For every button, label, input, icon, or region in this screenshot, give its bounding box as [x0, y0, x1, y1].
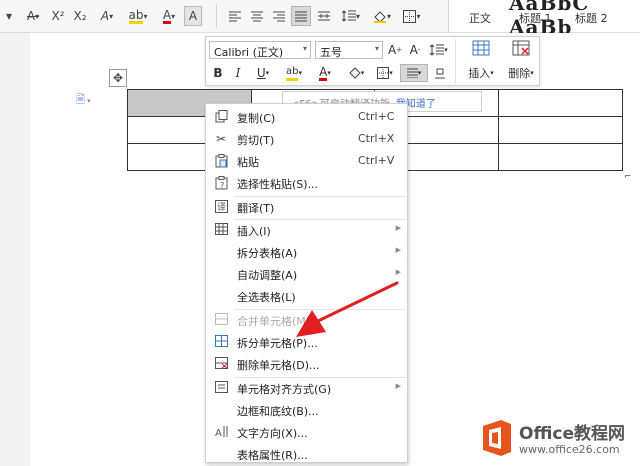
watermark-brand: Office教程网: [519, 424, 626, 444]
office-logo-icon: [483, 420, 511, 456]
watermark-url: www.office26.com: [519, 443, 620, 456]
watermark-logo: Office教程网 www.office26.com: [475, 412, 640, 466]
annotation-arrow: [296, 281, 399, 337]
